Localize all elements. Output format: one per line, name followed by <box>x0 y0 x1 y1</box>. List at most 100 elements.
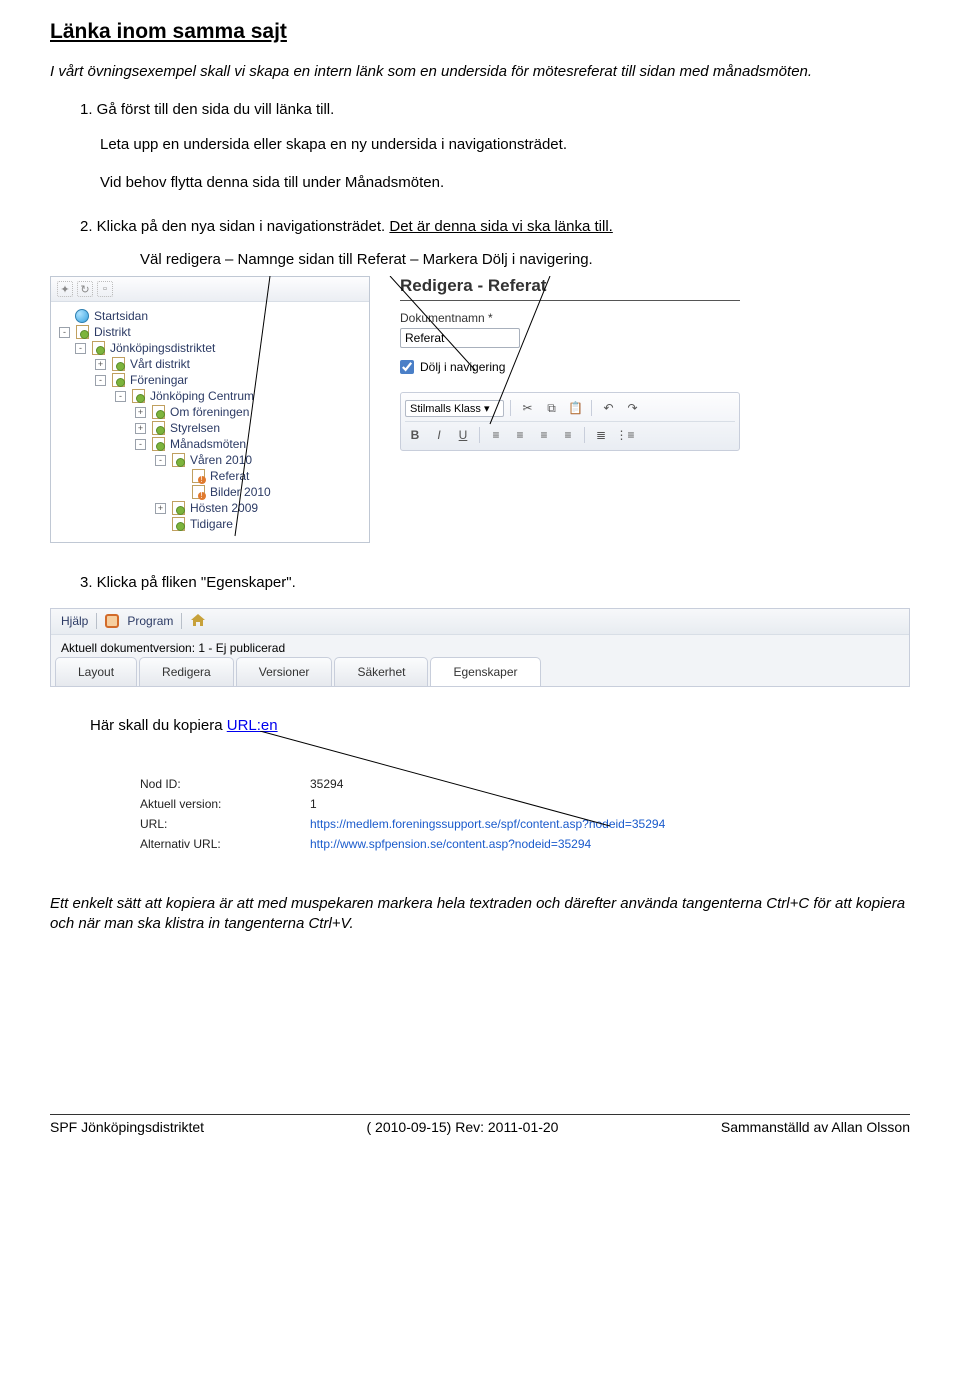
help-link[interactable]: Hjälp <box>61 614 88 628</box>
tree-label: Distrikt <box>94 325 131 339</box>
expand-icon[interactable]: + <box>135 407 146 418</box>
expand-icon[interactable]: + <box>155 503 166 514</box>
step-3: 3. Klicka på fliken "Egenskaper". <box>50 573 910 593</box>
hide-nav-label: Dölj i navigering <box>420 360 505 374</box>
tab-layout[interactable]: Layout <box>55 657 137 686</box>
cut-icon[interactable]: ✂ <box>517 399 537 417</box>
page-icon <box>170 517 186 531</box>
tree-label: Månadsmöten <box>170 437 246 451</box>
property-value[interactable]: https://medlem.foreningssupport.se/spf/c… <box>310 817 665 831</box>
tree-node[interactable]: -Våren 2010 <box>55 452 365 468</box>
copy-url-instruction: Här skall du kopiera URL:en <box>50 717 910 734</box>
hide-nav-row[interactable]: Dölj i navigering <box>400 360 740 374</box>
tree-label: Jönköpingsdistriktet <box>110 341 215 355</box>
step-1b: Leta upp en undersida eller skapa en ny … <box>50 135 910 155</box>
page-icon <box>110 373 126 387</box>
tree-label: Referat <box>210 469 249 483</box>
tree-node[interactable]: - Distrikt <box>55 324 365 340</box>
expand-icon <box>59 311 70 322</box>
expand-icon[interactable]: + <box>95 359 106 370</box>
navigation-tree[interactable]: Startsidan-Distrikt-Jönköpingsdistriktet… <box>51 302 369 542</box>
expand-icon[interactable]: + <box>135 423 146 434</box>
version-text: Aktuell dokumentversion: 1 - Ej publicer… <box>51 635 909 657</box>
step-1c: Vid behov flytta denna sida till under M… <box>50 173 910 193</box>
tree-node[interactable]: + Hösten 2009 <box>55 500 365 516</box>
expand-icon[interactable]: - <box>155 455 166 466</box>
style-class-select[interactable]: Stilmalls Klass ▾ <box>405 400 504 417</box>
page-icon[interactable]: ▫ <box>97 281 113 297</box>
bold-icon[interactable]: B <box>405 426 425 444</box>
align-center-icon[interactable]: ≡ <box>510 426 530 444</box>
tree-label: Tidigare <box>190 517 233 531</box>
expand-icon[interactable]: - <box>59 327 70 338</box>
expand-icon[interactable]: - <box>75 343 86 354</box>
property-value[interactable]: http://www.spfpension.se/content.asp?nod… <box>310 837 591 851</box>
tab-säkerhet[interactable]: Säkerhet <box>334 657 428 686</box>
italic-icon[interactable]: I <box>429 426 449 444</box>
tree-label: Styrelsen <box>170 421 220 435</box>
hide-nav-checkbox[interactable] <box>400 360 414 374</box>
url-link-text: URL:en <box>227 717 278 734</box>
page-icon <box>170 453 186 467</box>
tree-node[interactable]: -Föreningar <box>55 372 365 388</box>
align-left-icon[interactable]: ≡ <box>486 426 506 444</box>
tree-node[interactable]: + Styrelsen <box>55 420 365 436</box>
align-right-icon[interactable]: ≡ <box>534 426 554 444</box>
step-2b: Det är denna sida vi ska länka till. <box>389 218 612 235</box>
redo-icon[interactable]: ↷ <box>622 399 642 417</box>
property-row: URL:https://medlem.foreningssupport.se/s… <box>140 814 920 834</box>
expand-icon <box>175 487 186 498</box>
page-icon <box>130 389 146 403</box>
footer-center: ( 2010-09-15) Rev: 2011-01-20 <box>367 1119 559 1135</box>
page-icon <box>190 469 206 483</box>
doc-name-input[interactable] <box>400 328 520 348</box>
program-link[interactable]: Program <box>127 614 173 628</box>
refresh-icon[interactable]: ↻ <box>77 281 93 297</box>
tree-node[interactable]: - Jönköpingsdistriktet <box>55 340 365 356</box>
align-justify-icon[interactable]: ≡ <box>558 426 578 444</box>
screenshot-1: ✦ ↻ ▫ Startsidan-Distrikt-Jönköpingsdist… <box>50 276 910 543</box>
bulleted-list-icon[interactable]: ⋮≡ <box>615 426 635 444</box>
tab-redigera[interactable]: Redigera <box>139 657 234 686</box>
underline-icon[interactable]: U <box>453 426 473 444</box>
expand-icon[interactable]: - <box>115 391 126 402</box>
page-icon <box>110 357 126 371</box>
copy-icon[interactable]: ⧉ <box>541 399 561 417</box>
program-icon <box>105 614 119 628</box>
tab-versioner[interactable]: Versioner <box>236 657 333 686</box>
tree-node[interactable]: + Vårt distrikt <box>55 356 365 372</box>
editor-toolbar: Stilmalls Klass ▾ ✂ ⧉ 📋 ↶ ↷ B I U ≡ ≡ ≡ … <box>400 392 740 451</box>
property-label: Aktuell version: <box>140 797 310 811</box>
expand-icon <box>155 519 166 530</box>
tree-label: Bilder 2010 <box>210 485 271 499</box>
tree-node[interactable]: - Månadsmöten <box>55 436 365 452</box>
property-row: Nod ID:35294 <box>140 774 920 794</box>
tree-node[interactable]: +Om föreningen <box>55 404 365 420</box>
intro-text: I vårt övningsexempel skall vi skapa en … <box>50 62 910 82</box>
tree-node[interactable]: Tidigare <box>55 516 365 532</box>
expand-icon[interactable]: - <box>95 375 106 386</box>
tab-egenskaper[interactable]: Egenskaper <box>430 657 540 686</box>
tree-node[interactable]: -Jönköping Centrum <box>55 388 365 404</box>
home-icon[interactable] <box>190 613 206 630</box>
tree-node[interactable]: Bilder 2010 <box>55 484 365 500</box>
tabs-screenshot: Hjälp Program Aktuell dokumentversion: 1… <box>50 608 910 687</box>
undo-icon[interactable]: ↶ <box>598 399 618 417</box>
property-label: Nod ID: <box>140 777 310 791</box>
page-icon <box>190 485 206 499</box>
paste-icon[interactable]: 📋 <box>565 399 585 417</box>
new-page-icon[interactable]: ✦ <box>57 281 73 297</box>
step-2c: Väl redigera – Namnge sidan till Referat… <box>50 251 910 268</box>
numbered-list-icon[interactable]: ≣ <box>591 426 611 444</box>
doc-name-label: Dokumentnamn * <box>400 311 740 325</box>
tree-label: Hösten 2009 <box>190 501 258 515</box>
tree-node[interactable]: Referat <box>55 468 365 484</box>
tree-node[interactable]: Startsidan <box>55 308 365 324</box>
navigation-tree-panel: ✦ ↻ ▫ Startsidan-Distrikt-Jönköpingsdist… <box>50 276 370 543</box>
property-value: 35294 <box>310 777 343 791</box>
editor-panel: Redigera - Referat Dokumentnamn * Dölj i… <box>400 276 740 451</box>
expand-icon[interactable]: - <box>135 439 146 450</box>
property-label: Alternativ URL: <box>140 837 310 851</box>
tree-label: Vårt distrikt <box>130 357 190 371</box>
page-icon <box>150 437 166 451</box>
